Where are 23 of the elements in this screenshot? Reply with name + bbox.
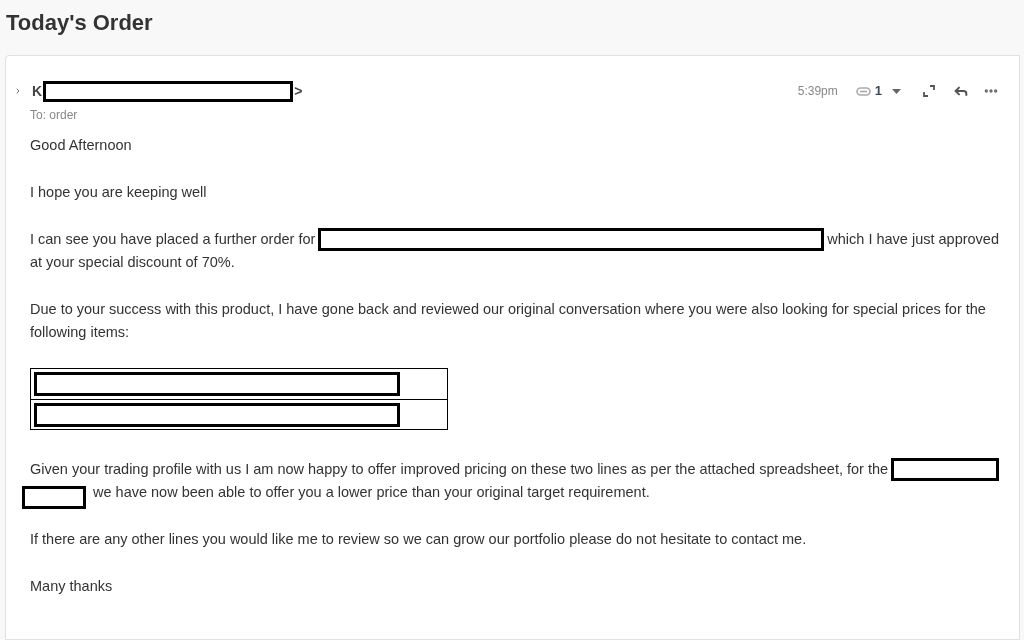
body-text: If there are any other lines you would like me to review so we can grow our portfolio please do not hesitate to contact me. [30,530,808,549]
caret-down-icon [892,88,901,94]
recipient-text: To: order [30,107,78,123]
sender-text: > [294,82,303,101]
attachments-button[interactable]: 1 [855,81,901,101]
message-time: 5:39pm [797,83,838,100]
chevron-right-icon [14,86,22,96]
redaction-box [22,486,86,509]
expand-message-button[interactable] [14,86,22,96]
sender-text: K [32,82,43,101]
body-text: Many thanks [30,577,114,596]
body-text: which I have just approved [827,230,999,249]
page-title: Today's Order [6,9,153,37]
body-text: Due to your success with this product, I have gone back and reviewed our original conversation where you were also looking for special prices for the following items: [30,300,987,342]
expand-icon [923,85,935,97]
body-text: I hope you are keeping well [30,183,208,202]
body-text: we have now been able to offer you a lower price than your original target requirement. [93,483,650,502]
body-text: I can see you have placed a further order for [30,230,316,249]
body-text: Given your trading profile with us I am now happy to offer improved pricing on these two lines as per the attached spreadsheet, for the [30,460,889,479]
expand-button[interactable] [923,85,935,97]
link-icon [855,86,871,96]
body-text: Good Afternoon [30,136,133,155]
body-text: at your special discount of 70%. [30,253,236,272]
